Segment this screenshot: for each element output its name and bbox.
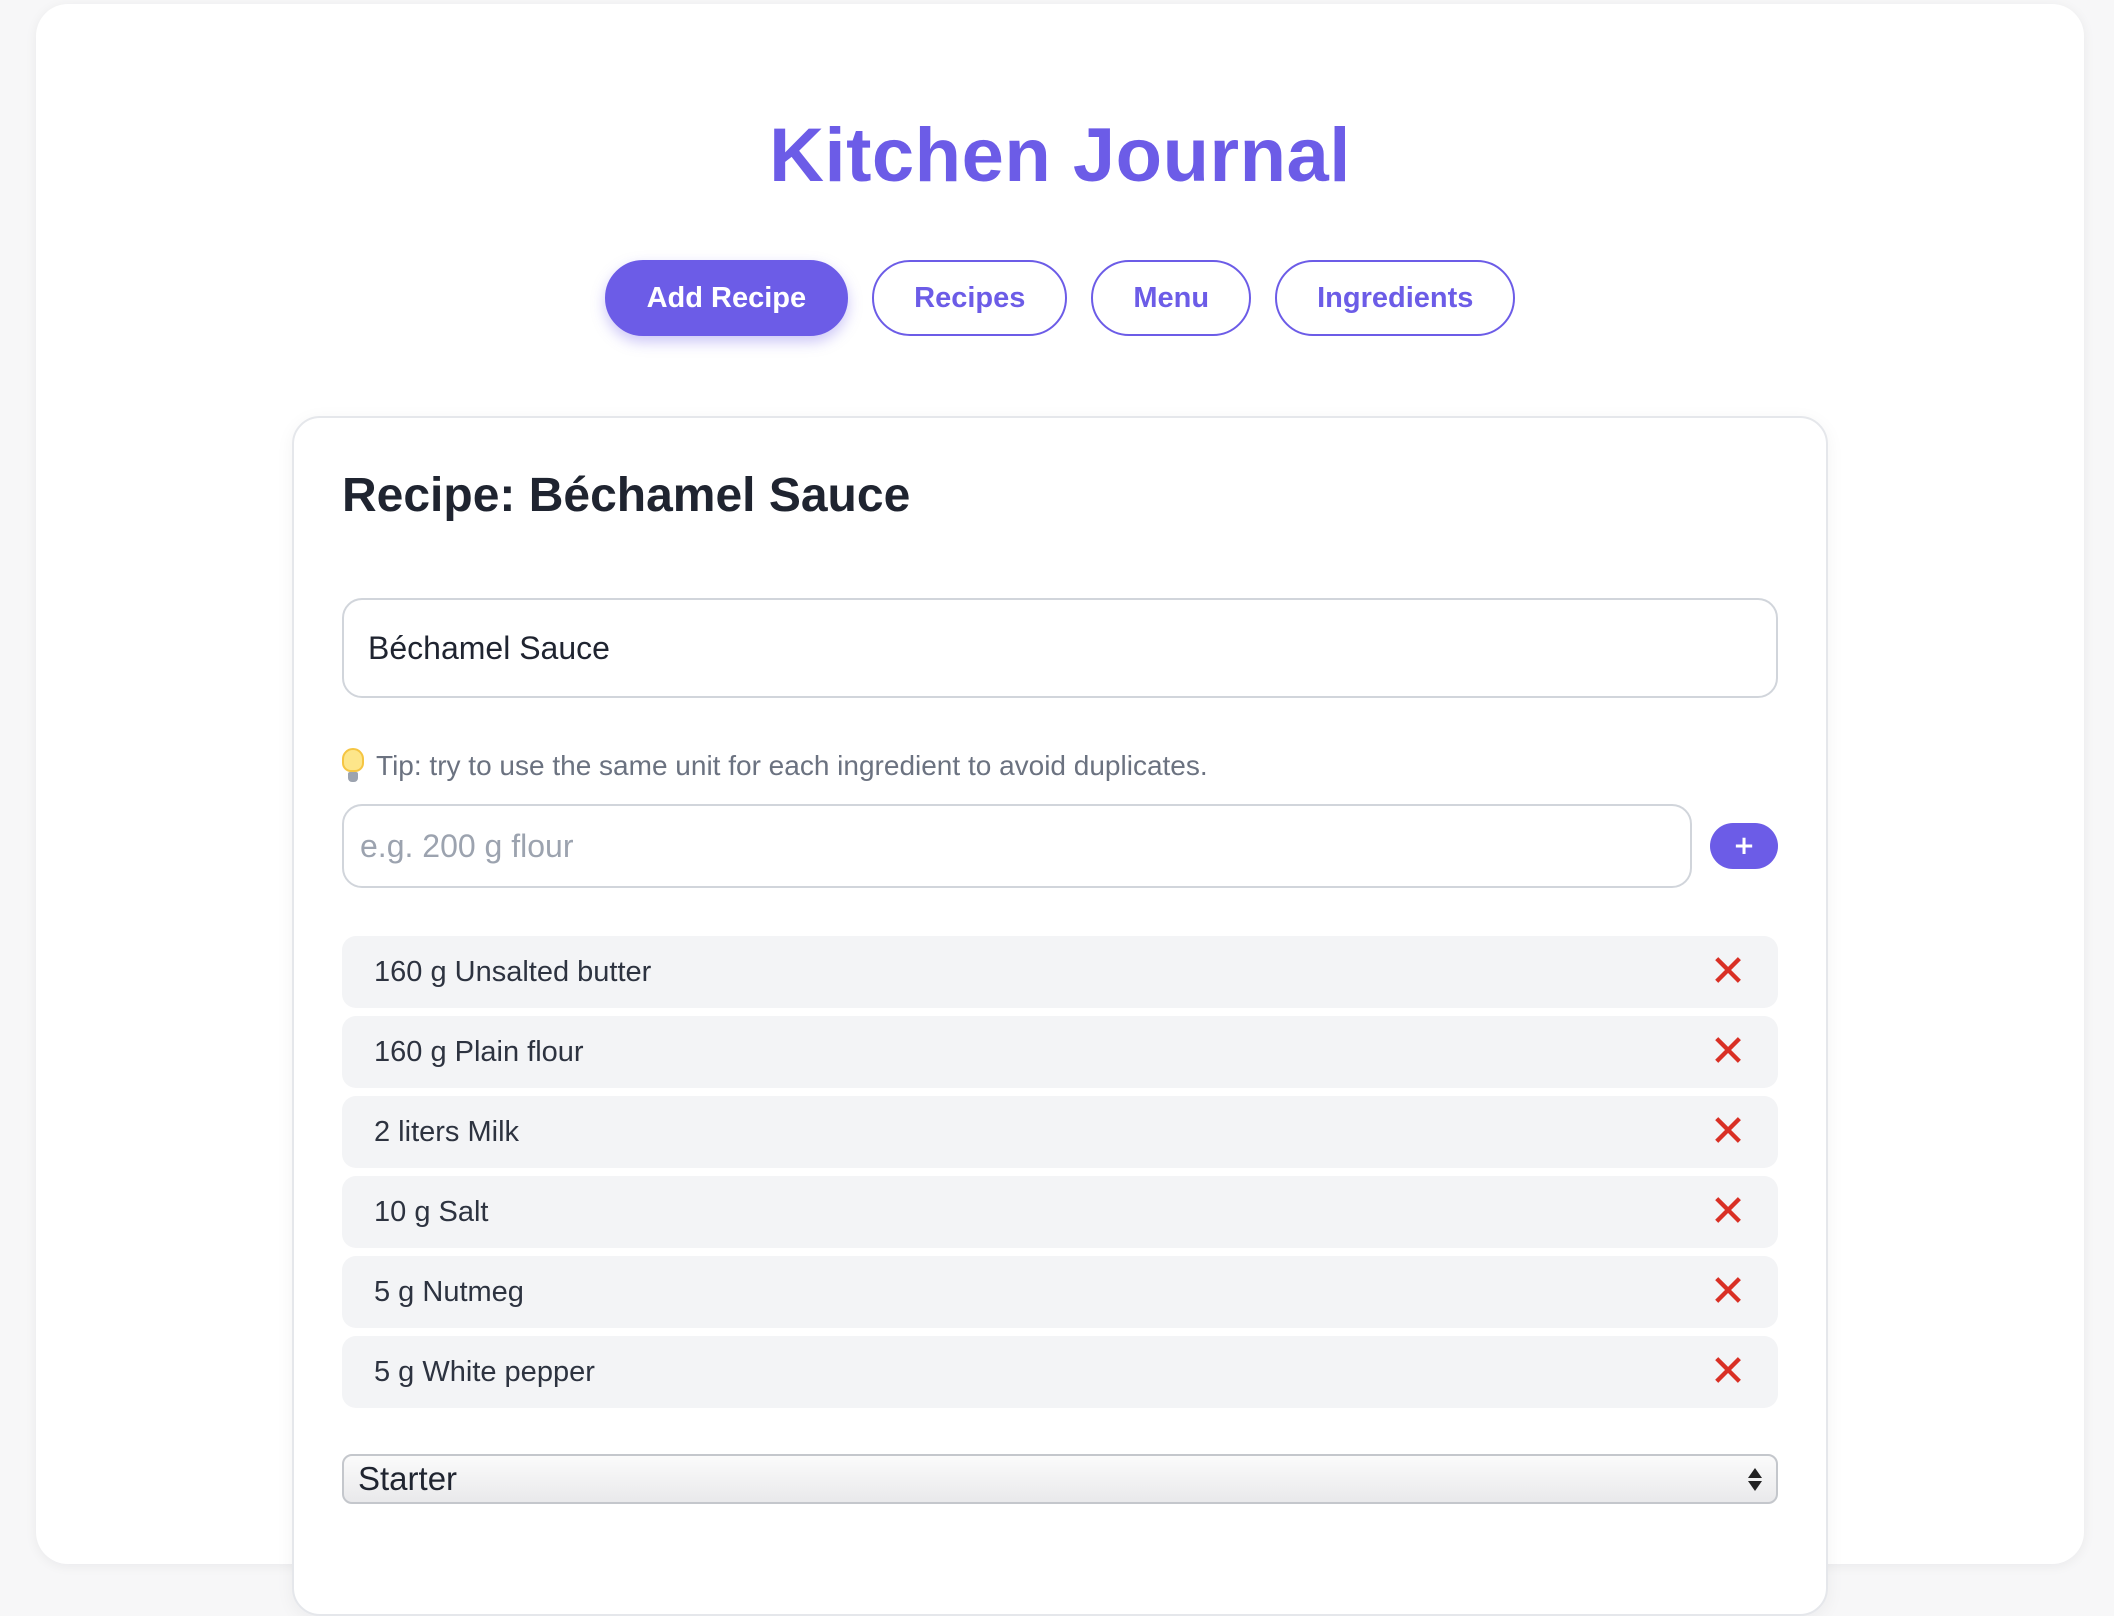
tab-recipes[interactable]: Recipes <box>872 260 1068 336</box>
app-shell: Kitchen Journal Add Recipe Recipes Menu … <box>36 4 2084 1616</box>
ingredient-item: 10 g Salt ✕ <box>342 1176 1778 1248</box>
select-arrows-icon <box>1748 1467 1762 1491</box>
tab-menu[interactable]: Menu <box>1091 260 1252 336</box>
remove-icon[interactable]: ✕ <box>1706 1030 1750 1074</box>
ingredient-item: 5 g Nutmeg ✕ <box>342 1256 1778 1328</box>
lightbulb-icon <box>342 748 364 784</box>
tip-message: Tip: try to use the same unit for each i… <box>342 748 1208 784</box>
ingredient-text: 160 g Unsalted butter <box>374 955 652 988</box>
ingredient-list: 160 g Unsalted butter ✕ 160 g Plain flou… <box>342 936 1778 1408</box>
tab-ingredients[interactable]: Ingredients <box>1275 260 1516 336</box>
remove-icon[interactable]: ✕ <box>1706 1190 1750 1234</box>
recipe-name-input[interactable] <box>342 598 1778 698</box>
remove-icon[interactable]: ✕ <box>1706 1350 1750 1394</box>
ingredient-input[interactable] <box>342 804 1692 888</box>
app-title: Kitchen Journal <box>769 113 1351 198</box>
remove-icon[interactable]: ✕ <box>1706 950 1750 994</box>
recipe-card: Recipe: Béchamel Sauce Tip: try to use t… <box>292 416 1828 1616</box>
main-nav: Add Recipe Recipes Menu Ingredients <box>36 260 2084 336</box>
ingredient-text: 5 g Nutmeg <box>374 1275 524 1308</box>
ingredient-item: 5 g White pepper ✕ <box>342 1336 1778 1408</box>
category-select[interactable]: Starter <box>342 1454 1778 1504</box>
remove-icon[interactable]: ✕ <box>1706 1110 1750 1154</box>
ingredient-text: 2 liters Milk <box>374 1115 520 1148</box>
ingredient-text: 160 g Plain flour <box>374 1035 584 1068</box>
ingredient-text: 5 g White pepper <box>374 1355 595 1388</box>
remove-icon[interactable]: ✕ <box>1706 1270 1750 1314</box>
tab-add-recipe[interactable]: Add Recipe <box>604 260 849 336</box>
ingredient-item: 160 g Plain flour ✕ <box>342 1016 1778 1088</box>
add-ingredient-button[interactable]: + <box>1710 823 1778 869</box>
ingredient-item: 160 g Unsalted butter ✕ <box>342 936 1778 1008</box>
recipe-heading: Recipe: Béchamel Sauce <box>342 469 911 522</box>
ingredient-text: 10 g Salt <box>374 1195 489 1228</box>
category-selected-value: Starter <box>358 1460 458 1497</box>
tip-text: Tip: try to use the same unit for each i… <box>376 750 1208 781</box>
ingredient-item: 2 liters Milk ✕ <box>342 1096 1778 1168</box>
